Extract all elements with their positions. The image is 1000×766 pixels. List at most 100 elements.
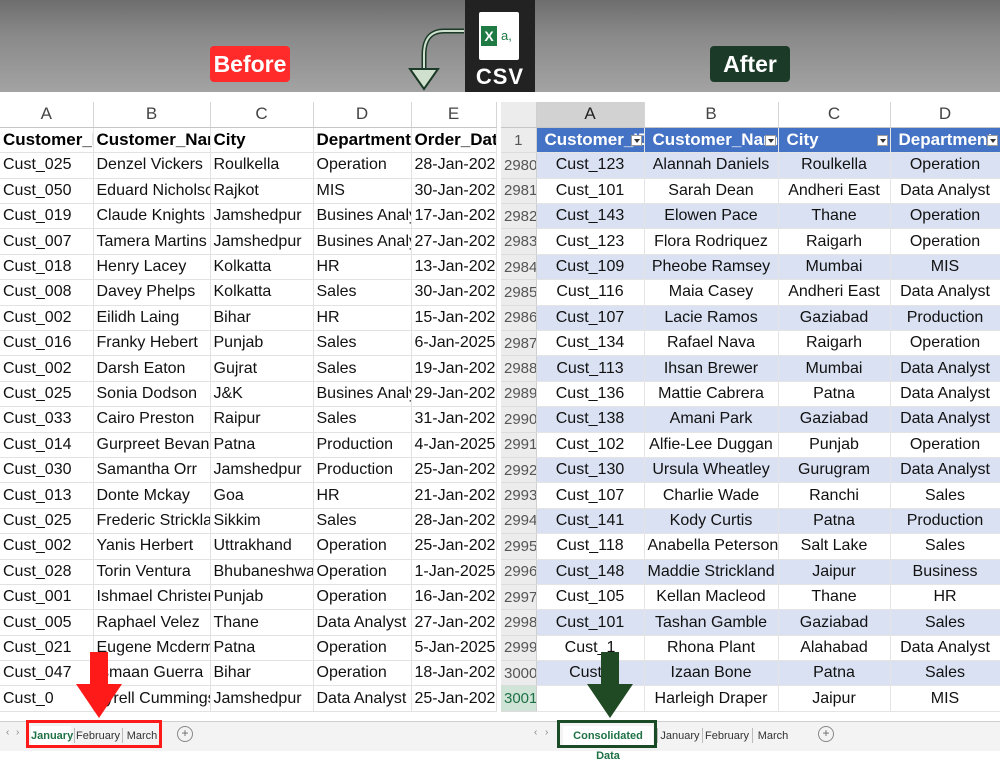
row-number[interactable]: 2996 xyxy=(501,559,537,585)
table-cell[interactable]: Jaipur xyxy=(778,685,891,712)
table-cell[interactable]: 4-Jan-2025 xyxy=(411,432,497,458)
table-cell[interactable]: Jamshedpur xyxy=(210,203,314,230)
table-cell[interactable]: Jamshedpur xyxy=(210,685,314,712)
table-cell[interactable]: Production xyxy=(313,457,412,484)
table-cell[interactable]: Patna xyxy=(778,381,891,408)
table-cell[interactable]: Sales xyxy=(313,279,412,306)
table-cell[interactable]: Business xyxy=(890,559,1000,585)
table-cell[interactable]: Data Analyst xyxy=(313,609,412,636)
table-cell[interactable]: Kolkatta xyxy=(210,254,314,281)
row-number[interactable]: 2984 xyxy=(501,254,537,281)
table-cell[interactable]: Cust_136 xyxy=(536,381,645,408)
table-cell[interactable]: Patna xyxy=(210,432,314,458)
table-cell[interactable]: Roulkella xyxy=(210,152,314,179)
table-cell[interactable]: Sales xyxy=(313,355,412,382)
table-cell[interactable]: Andheri East xyxy=(778,178,891,205)
filter-dropdown-icon[interactable] xyxy=(630,134,642,146)
table-cell[interactable]: 25-Jan-2025 xyxy=(411,457,497,484)
table-cell[interactable]: 25-Jan-2025 xyxy=(411,533,497,560)
table-cell[interactable]: Alannah Daniels xyxy=(644,152,779,179)
table-cell[interactable]: Davey Phelps xyxy=(93,279,211,306)
table-cell[interactable]: Cust_102 xyxy=(536,432,645,458)
table-cell[interactable]: 17-Jan-2025 xyxy=(411,203,497,230)
row-number[interactable]: 2995 xyxy=(501,533,537,560)
table-cell[interactable]: Cust_025 xyxy=(0,152,94,179)
table-cell[interactable]: Ursula Wheatley xyxy=(644,457,779,484)
table-cell[interactable]: Rafael Nava xyxy=(644,330,779,357)
table-cell[interactable]: Cust_002 xyxy=(0,533,94,560)
table-cell[interactable]: Cust_007 xyxy=(0,228,94,255)
table-cell[interactable]: Patna xyxy=(778,660,891,687)
table-cell[interactable]: Cust_002 xyxy=(0,305,94,332)
tab-nav-next-icon[interactable]: › xyxy=(16,727,19,738)
table-cell[interactable]: Sales xyxy=(313,330,412,357)
table-cell[interactable]: Alfie-Lee Duggan xyxy=(644,432,779,458)
table-cell[interactable]: Ranchi xyxy=(778,482,891,509)
table-cell[interactable]: Cust_014 xyxy=(0,432,94,458)
table-cell[interactable]: Roulkella xyxy=(778,152,891,179)
table-cell[interactable]: Amani Park xyxy=(644,406,779,433)
table-cell[interactable]: Cust_002 xyxy=(0,355,94,382)
table-cell[interactable]: Thane xyxy=(778,584,891,611)
table-cell[interactable]: Frederic Strickland xyxy=(93,508,211,535)
table-cell[interactable]: 5-Jan-2025 xyxy=(411,635,497,662)
row-number[interactable]: 3000 xyxy=(501,660,537,687)
table-cell[interactable]: 18-Jan-2025 xyxy=(411,660,497,687)
table-cell[interactable]: Harleigh Draper xyxy=(644,685,779,712)
column-header-c[interactable]: C xyxy=(778,102,891,128)
tab-nav-prev-icon[interactable]: ‹ xyxy=(534,727,537,738)
table-cell[interactable]: Thane xyxy=(210,609,314,636)
row-number[interactable]: 2991 xyxy=(501,432,537,458)
header-cell[interactable]: Department xyxy=(890,127,1000,154)
table-cell[interactable]: Mattie Cabrera xyxy=(644,381,779,408)
table-cell[interactable]: Data Analyst xyxy=(890,406,1000,433)
table-cell[interactable]: Cust_005 xyxy=(0,609,94,636)
table-cell[interactable]: Maddie Strickland xyxy=(644,559,779,585)
table-cell[interactable]: Operation xyxy=(313,533,412,560)
tab-nav-prev-icon[interactable]: ‹ xyxy=(6,727,9,738)
table-cell[interactable]: Busines Analyst xyxy=(313,228,412,255)
row-number[interactable]: 2981 xyxy=(501,178,537,205)
column-header-b[interactable]: B xyxy=(644,102,779,128)
table-cell[interactable]: 15-Jan-2025 xyxy=(411,305,497,332)
table-cell[interactable]: Samantha Orr xyxy=(93,457,211,484)
table-cell[interactable]: Cust_123 xyxy=(536,228,645,255)
column-header-b[interactable]: B xyxy=(93,102,211,128)
table-cell[interactable]: Salt Lake xyxy=(778,533,891,560)
table-cell[interactable]: Gaziabad xyxy=(778,406,891,433)
column-header-e[interactable]: E xyxy=(411,102,497,128)
table-cell[interactable]: Operation xyxy=(313,660,412,687)
table-cell[interactable]: Donte Mckay xyxy=(93,482,211,509)
table-cell[interactable]: Mumbai xyxy=(778,254,891,281)
table-cell[interactable]: Henry Lacey xyxy=(93,254,211,281)
table-cell[interactable]: 1-Jan-2025 xyxy=(411,559,497,585)
table-cell[interactable]: Bhubaneshwar xyxy=(210,559,314,585)
table-cell[interactable]: Patna xyxy=(778,508,891,535)
table-cell[interactable]: Cust_018 xyxy=(0,254,94,281)
table-cell[interactable]: Operation xyxy=(313,635,412,662)
table-cell[interactable]: J&K xyxy=(210,381,314,408)
table-cell[interactable]: 25-Jan-2025 xyxy=(411,685,497,712)
table-cell[interactable]: Busines Analyst xyxy=(313,381,412,408)
table-cell[interactable]: Cust_050 xyxy=(0,178,94,205)
header-cell[interactable]: Customer_ID xyxy=(536,127,645,154)
filter-dropdown-icon[interactable] xyxy=(986,134,998,146)
table-cell[interactable]: Cust_130 xyxy=(536,457,645,484)
row-number[interactable]: 2983 xyxy=(501,228,537,255)
table-cell[interactable]: Data Analyst xyxy=(313,685,412,712)
table-cell[interactable]: HR xyxy=(890,584,1000,611)
header-cell[interactable]: City xyxy=(210,127,314,154)
add-sheet-icon[interactable]: + xyxy=(177,726,193,742)
table-cell[interactable]: Bihar xyxy=(210,660,314,687)
select-all-corner[interactable] xyxy=(501,102,537,128)
table-cell[interactable]: Sikkim xyxy=(210,508,314,535)
row-number[interactable]: 2998 xyxy=(501,609,537,636)
table-cell[interactable]: Rhona Plant xyxy=(644,635,779,662)
table-cell[interactable]: Production xyxy=(890,508,1000,535)
table-cell[interactable]: Cust_143 xyxy=(536,203,645,230)
table-cell[interactable]: Gurpreet Bevan xyxy=(93,432,211,458)
header-cell[interactable]: Department xyxy=(313,127,412,154)
table-cell[interactable]: Operation xyxy=(890,330,1000,357)
tab-january-right[interactable]: January xyxy=(660,726,700,746)
row-number[interactable]: 2992 xyxy=(501,457,537,484)
